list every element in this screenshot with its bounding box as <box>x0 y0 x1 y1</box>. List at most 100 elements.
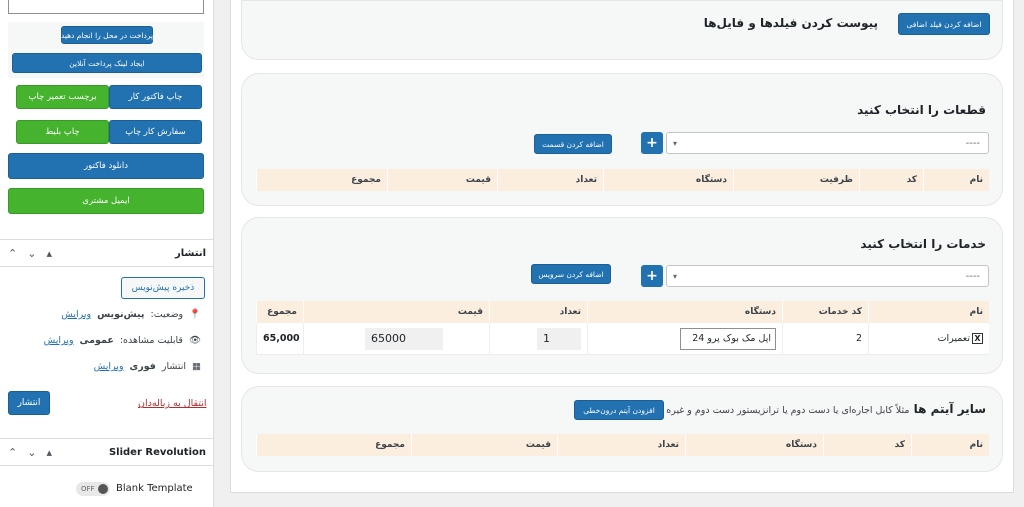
print-job-order-button[interactable]: سفارش کار چاپ <box>109 120 202 144</box>
visibility-value: عمومی <box>79 335 114 346</box>
column-header: کد <box>823 434 911 456</box>
price-cell: 65000 <box>303 323 489 354</box>
service-name-cell: X تعمیرات <box>868 323 989 354</box>
column-header: قیمت <box>303 301 489 323</box>
chevron-up-icon[interactable]: ⌃ <box>8 247 17 260</box>
panel-controls: ⌃ ⌄ ▴ <box>8 446 52 459</box>
parts-title: قطعات را انتخاب کنید <box>857 103 986 117</box>
notes-field[interactable] <box>8 0 204 14</box>
column-header: تعداد <box>489 301 587 323</box>
column-header: دستگاه <box>685 434 823 456</box>
column-header: نام <box>923 169 989 191</box>
panel-controls: ⌃ ⌄ ▴ <box>8 247 52 260</box>
price-input[interactable]: 65000 <box>365 327 443 350</box>
services-card: خدمات را انتخاب کنید ▾ ---- + اضافه کردن… <box>241 217 1003 374</box>
services-table-header: نام کد خدمات دستگاه تعداد قیمت مجموع <box>256 301 989 323</box>
chevron-down-icon[interactable]: ⌄ <box>27 247 36 260</box>
toggle-knob <box>98 484 108 494</box>
publish-button[interactable]: انتشار <box>8 391 50 415</box>
sidebar: پرداخت در محل را انجام دهید ایجاد لینک پ… <box>0 0 214 507</box>
add-part-plus-button[interactable]: + <box>641 132 663 154</box>
pin-icon: 📍 <box>189 309 201 320</box>
other-items-table-header: نام کد دستگاه تعداد قیمت مجموع <box>256 434 989 456</box>
attachments-card: پیوست کردن فیلدها و فایل‌ها اضافه کردن ف… <box>241 0 1003 60</box>
save-draft-button[interactable]: ذخیره پیش‌نویس <box>121 277 205 299</box>
column-header: مجموع <box>256 301 303 323</box>
eye-icon: 👁 <box>188 335 201 346</box>
triangle-up-icon[interactable]: ▴ <box>46 247 52 260</box>
print-invoice-button[interactable]: چاپ فاکتور کار <box>109 85 202 109</box>
other-items-subtitle: مثلاً کابل اجاره‌ای یا دست دوم یا ترانزی… <box>666 405 910 416</box>
status-row: 📍 وضعیت: پیش‌نویس ویرایش <box>61 309 201 320</box>
template-toggle[interactable]: OFF <box>76 482 110 496</box>
column-header: کد خدمات <box>782 301 868 323</box>
pay-on-site-button[interactable]: پرداخت در محل را انجام دهید <box>61 26 153 44</box>
service-name: تعمیرات <box>937 333 970 344</box>
print-ticket-button[interactable]: چاپ بلیط <box>16 120 109 144</box>
column-header: دستگاه <box>587 301 782 323</box>
add-field-button[interactable]: اضافه کردن فیلد اضافی <box>898 13 990 35</box>
column-header: مجموع <box>256 169 387 191</box>
visibility-edit-link[interactable]: ویرایش <box>44 335 74 346</box>
quantity-input[interactable]: 1 <box>537 327 581 350</box>
calendar-icon: ▦ <box>192 361 201 372</box>
chevron-down-icon: ▾ <box>673 138 678 148</box>
other-items-title: سایر آیتم ها <box>913 402 986 416</box>
column-header: ظرفیت <box>733 169 859 191</box>
column-header: تعداد <box>497 169 603 191</box>
service-code: 2 <box>782 323 868 354</box>
chevron-down-icon: ▾ <box>673 271 678 281</box>
blank-template-label: Blank Template <box>116 483 193 494</box>
column-header: نام <box>868 301 989 323</box>
status-label: وضعیت: <box>150 309 184 320</box>
services-select-value: ---- <box>965 270 980 282</box>
parts-table: نام کد ظرفیت دستگاه تعداد قیمت مجموع <box>256 169 989 191</box>
print-repair-label-button[interactable]: برچسب تعمیر چاپ <box>16 85 109 109</box>
table-row: X تعمیرات 2 اپل مک بوک پرو 24 1 65000 65… <box>256 323 989 355</box>
remove-row-button[interactable]: X <box>972 333 983 344</box>
column-header: قیمت <box>387 169 497 191</box>
online-payment-link-button[interactable]: ایجاد لینک پرداخت آنلاین <box>12 53 202 73</box>
column-header: نام <box>911 434 989 456</box>
qty-cell: 1 <box>489 323 587 354</box>
triangle-up-icon[interactable]: ▴ <box>46 446 52 459</box>
publish-label: انتشار <box>161 361 187 372</box>
add-inline-item-button[interactable]: افزودن آیتم درون‌خطی <box>574 400 664 420</box>
chevron-up-icon[interactable]: ⌃ <box>8 446 17 459</box>
column-header: مجموع <box>256 434 411 456</box>
parts-select[interactable]: ▾ ---- <box>666 132 989 154</box>
other-items-table: نام کد دستگاه تعداد قیمت مجموع <box>256 434 989 456</box>
visibility-label: قابلیت مشاهده: <box>119 335 183 346</box>
parts-table-header: نام کد ظرفیت دستگاه تعداد قیمت مجموع <box>256 169 989 191</box>
slider-panel-header[interactable]: ⌃ ⌄ ▴ Slider Revolution <box>0 438 214 466</box>
publish-panel-header[interactable]: ⌃ ⌄ ▴ انتشار <box>0 239 214 267</box>
publish-time-row: ▦ انتشار فوری ویرایش <box>94 361 201 372</box>
visibility-row: 👁 قابلیت مشاهده: عمومی ویرایش <box>44 335 201 346</box>
attachments-title: پیوست کردن فیلدها و فایل‌ها <box>703 16 878 30</box>
email-customer-button[interactable]: ایمیل مشتری <box>8 188 204 214</box>
add-service-button[interactable]: اضافه کردن سرویس <box>531 264 611 284</box>
parts-select-value: ---- <box>965 137 980 149</box>
add-part-button[interactable]: اضافه کردن قسمت <box>534 134 612 154</box>
column-header: کد <box>859 169 923 191</box>
main-content: پیوست کردن فیلدها و فایل‌ها اضافه کردن ف… <box>230 0 1014 493</box>
column-header: دستگاه <box>603 169 733 191</box>
download-invoice-button[interactable]: دانلود فاکتور <box>8 153 204 179</box>
column-header: قیمت <box>411 434 557 456</box>
move-to-trash-link[interactable]: انتقال به زباله‌دان <box>138 398 207 409</box>
publish-edit-link[interactable]: ویرایش <box>94 361 124 372</box>
other-items-card: سایر آیتم ها مثلاً کابل اجاره‌ای یا دست … <box>241 386 1003 472</box>
parts-card: قطعات را انتخاب کنید ▾ ---- + اضافه کردن… <box>241 73 1003 206</box>
publish-title: انتشار <box>175 247 206 259</box>
toggle-label: OFF <box>81 485 95 493</box>
services-table: نام کد خدمات دستگاه تعداد قیمت مجموع X ت… <box>256 301 989 355</box>
services-select[interactable]: ▾ ---- <box>666 265 989 287</box>
chevron-down-icon[interactable]: ⌄ <box>27 446 36 459</box>
device-input[interactable]: اپل مک بوک پرو 24 <box>680 327 776 350</box>
add-service-plus-button[interactable]: + <box>641 265 663 287</box>
status-edit-link[interactable]: ویرایش <box>61 309 91 320</box>
other-items-title-wrap: سایر آیتم ها مثلاً کابل اجاره‌ای یا دست … <box>666 402 986 416</box>
status-value: پیش‌نویس <box>97 309 145 320</box>
publish-value: فوری <box>129 361 156 372</box>
service-total: 65,000 <box>256 323 303 354</box>
